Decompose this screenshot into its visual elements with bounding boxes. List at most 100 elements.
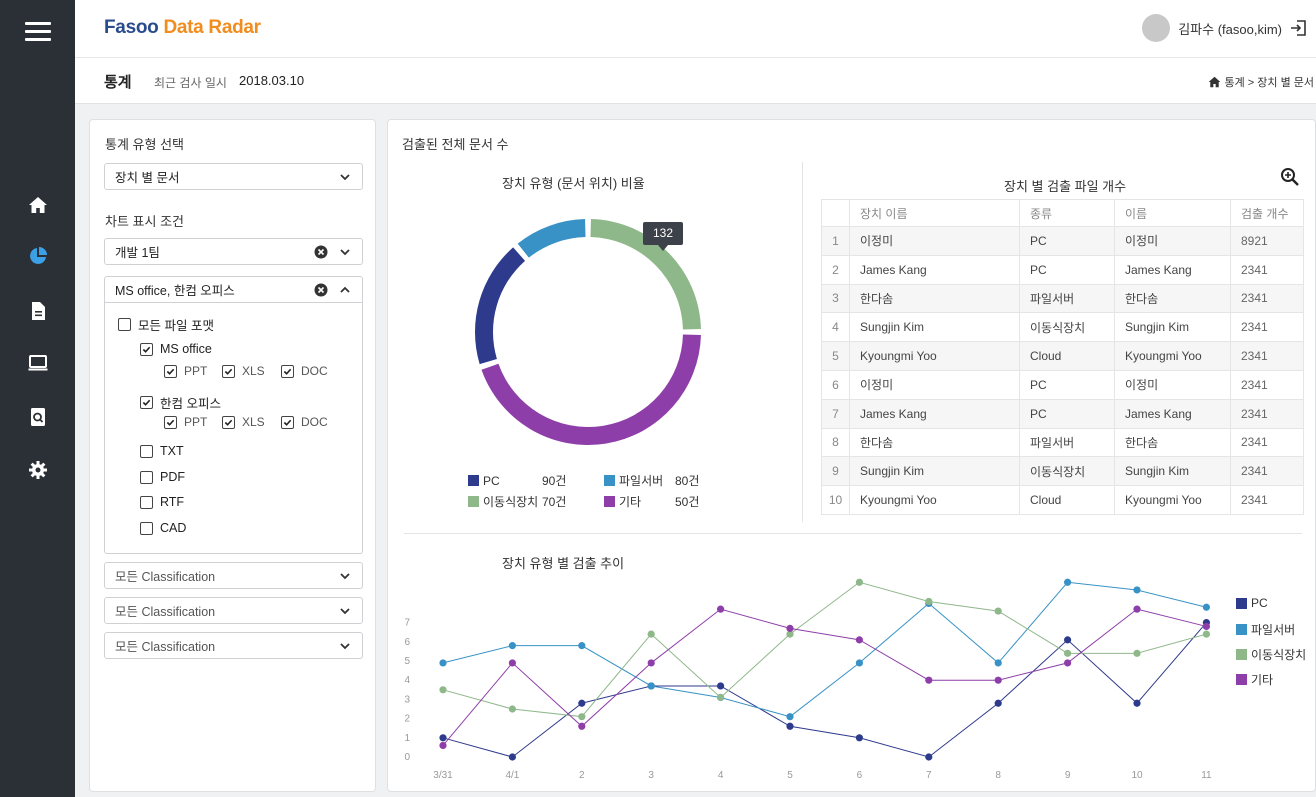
checkbox-cad[interactable]: CAD — [140, 521, 186, 535]
data-point[interactable] — [647, 659, 655, 667]
search-document-icon[interactable] — [25, 404, 51, 430]
data-point[interactable] — [439, 741, 447, 750]
pie-chart-icon[interactable] — [25, 243, 51, 269]
checkbox-box[interactable] — [140, 521, 153, 535]
donut-slice-PC[interactable] — [475, 247, 526, 365]
checkbox-checked-icon[interactable] — [140, 396, 153, 409]
checkbox-hancom-ppt[interactable]: PPT — [164, 415, 207, 429]
data-point[interactable] — [1133, 605, 1141, 613]
data-point[interactable] — [578, 722, 586, 730]
checkbox-checked-icon[interactable] — [281, 364, 294, 378]
data-point[interactable] — [1133, 649, 1141, 657]
home-icon[interactable] — [1208, 76, 1221, 88]
data-point[interactable] — [1202, 603, 1210, 611]
breadcrumb-text[interactable]: 통계 > 장치 별 문서 — [1225, 74, 1315, 90]
data-point[interactable] — [578, 699, 586, 707]
hamburger-menu-icon[interactable] — [25, 22, 51, 42]
user-name[interactable]: 김파수 (fasoo,kim) — [1178, 19, 1282, 38]
data-point[interactable] — [1202, 630, 1210, 638]
checkbox-box[interactable] — [140, 444, 153, 458]
table-row[interactable]: 5 Kyoungmi Yoo Cloud Kyoungmi Yoo 2341 — [821, 341, 1304, 371]
document-icon[interactable] — [25, 298, 51, 324]
checkbox-ms-xls[interactable]: XLS — [222, 364, 265, 378]
table-row[interactable]: 1 이정미 PC 이정미 8921 — [821, 226, 1304, 256]
table-row[interactable]: 7 James Kang PC James Kang 2341 — [821, 398, 1304, 429]
data-point[interactable] — [925, 676, 933, 684]
data-point[interactable] — [994, 676, 1002, 684]
data-point[interactable] — [855, 636, 863, 644]
table-header[interactable]: 종류 — [1019, 199, 1115, 227]
data-point[interactable] — [994, 607, 1002, 615]
checkbox-hancom[interactable]: 한컴 오피스 — [140, 393, 221, 412]
table-row[interactable]: 6 이정미 PC 이정미 2341 — [821, 369, 1304, 400]
table-header[interactable]: 이름 — [1114, 199, 1231, 227]
file-format-select[interactable]: MS office, 한컴 오피스 — [104, 276, 363, 303]
data-point[interactable] — [717, 682, 725, 690]
data-point[interactable] — [1064, 649, 1072, 657]
data-point[interactable] — [1064, 659, 1072, 667]
user-menu[interactable]: 김파수 (fasoo,kim) — [1142, 14, 1308, 42]
classification-select-3[interactable]: 모든 Classification — [104, 632, 363, 659]
data-point[interactable] — [925, 597, 933, 606]
table-row[interactable]: 4 Sungjin Kim 이동식장치 Sungjin Kim 2341 — [821, 312, 1304, 343]
clear-icon[interactable] — [314, 245, 328, 259]
data-point[interactable] — [439, 686, 447, 694]
data-point[interactable] — [786, 624, 794, 632]
checkbox-checked-icon[interactable] — [164, 415, 177, 429]
data-point[interactable] — [855, 734, 863, 742]
data-point[interactable] — [994, 699, 1002, 707]
clear-icon[interactable] — [314, 283, 328, 297]
stat-type-select[interactable]: 장치 별 문서 — [104, 163, 363, 190]
home-icon[interactable] — [25, 192, 51, 218]
data-point[interactable] — [1133, 699, 1141, 707]
data-point[interactable] — [786, 722, 794, 730]
data-point[interactable] — [786, 713, 794, 721]
checkbox-checked-icon[interactable] — [281, 415, 294, 429]
donut-slice-기타[interactable] — [481, 334, 701, 446]
data-point[interactable] — [647, 682, 655, 690]
checkbox-ms-ppt[interactable]: PPT — [164, 364, 207, 378]
logout-icon[interactable] — [1290, 19, 1308, 37]
data-point[interactable] — [578, 713, 586, 721]
data-point[interactable] — [855, 578, 863, 586]
data-point[interactable] — [925, 753, 933, 761]
data-point[interactable] — [1064, 578, 1072, 586]
data-point[interactable] — [439, 659, 447, 667]
data-point[interactable] — [717, 605, 725, 613]
data-point[interactable] — [508, 642, 516, 650]
zoom-in-icon[interactable] — [1280, 167, 1300, 187]
checkbox-pdf[interactable]: PDF — [140, 470, 185, 484]
checkbox-checked-icon[interactable] — [222, 415, 235, 429]
checkbox-ms-office[interactable]: MS office — [140, 342, 212, 356]
data-point[interactable] — [578, 642, 586, 650]
brand-logo[interactable]: Fasoo Data Radar — [104, 17, 261, 39]
data-point[interactable] — [855, 659, 863, 667]
table-row[interactable]: 2 James Kang PC James Kang 2341 — [821, 254, 1304, 285]
checkbox-checked-icon[interactable] — [222, 364, 235, 378]
checkbox-hancom-doc[interactable]: DOC — [281, 415, 328, 429]
data-point[interactable] — [1133, 586, 1141, 594]
checkbox-checked-icon[interactable] — [140, 342, 153, 356]
checkbox-all-formats[interactable]: 모든 파일 포맷 — [118, 315, 214, 334]
gear-icon[interactable] — [25, 457, 51, 483]
team-select[interactable]: 개발 1팀 — [104, 238, 363, 265]
table-header[interactable]: 장치 이름 — [849, 199, 1020, 227]
data-point[interactable] — [439, 734, 447, 742]
monitor-icon[interactable] — [25, 350, 51, 376]
classification-select-2[interactable]: 모든 Classification — [104, 597, 363, 624]
checkbox-rtf[interactable]: RTF — [140, 495, 184, 509]
data-point[interactable] — [994, 659, 1002, 667]
checkbox-checked-icon[interactable] — [164, 364, 177, 378]
classification-select-1[interactable]: 모든 Classification — [104, 562, 363, 589]
data-point[interactable] — [647, 630, 655, 638]
table-row[interactable]: 8 한다솜 파일서버 한다솜 2341 — [821, 427, 1304, 458]
checkbox-box[interactable] — [140, 470, 153, 484]
data-point[interactable] — [717, 693, 725, 702]
data-point[interactable] — [508, 753, 516, 761]
checkbox-box[interactable] — [118, 318, 131, 331]
data-point[interactable] — [508, 659, 516, 667]
donut-slice-파일서버[interactable] — [517, 219, 586, 258]
data-point[interactable] — [508, 705, 516, 713]
table-row[interactable]: 9 Sungjin Kim 이동식장치 Sungjin Kim 2341 — [821, 456, 1304, 487]
data-point[interactable] — [1202, 622, 1210, 631]
